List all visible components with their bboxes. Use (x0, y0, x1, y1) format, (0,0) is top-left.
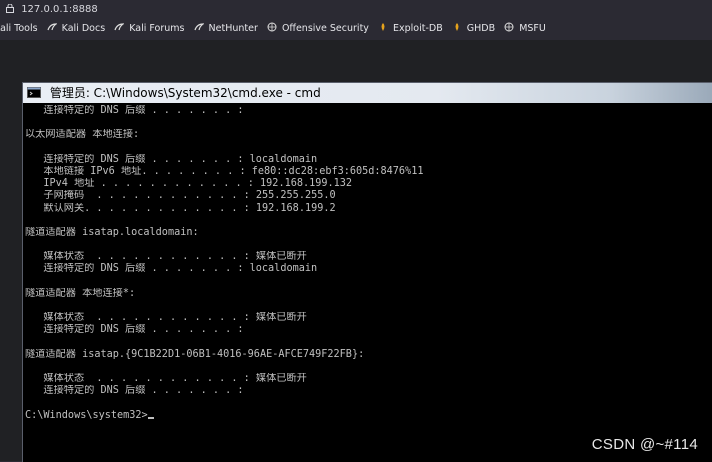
console-line-text: 连接特定的 DNS 后缀 . . . . . . . : (25, 105, 244, 116)
console-line: 连接特定的 DNS 后缀 . . . . . . . : (25, 105, 712, 117)
terminal-icon (27, 87, 41, 98)
kali-docs-icon (47, 22, 57, 32)
browser-toolbar: 127.0.0.1:8888 Kali Tools Kali Docs Kali… (0, 0, 712, 40)
console-line: 隧道适配器 isatap.{9C1B22D1-06B1-4016-96AE-AF… (25, 349, 712, 361)
bookmark-label: Kali Docs (62, 23, 105, 34)
console-line-text: 默认网关. . . . . . . . . . . . . : 192.168.… (25, 203, 336, 214)
bookmark-label: NetHunter (209, 23, 258, 34)
console-line (25, 361, 712, 373)
console-line: 默认网关. . . . . . . . . . . . . : 192.168.… (25, 203, 712, 215)
url-text[interactable]: 127.0.0.1:8888 (21, 4, 98, 15)
console-line: 连接特定的 DNS 后缀 . . . . . . . : localdomain (25, 154, 712, 166)
url-bar[interactable]: 127.0.0.1:8888 (0, 2, 712, 18)
kali-forums-icon (114, 22, 124, 32)
console-line-text: IPv4 地址 . . . . . . . . . . . . : 192.16… (25, 178, 352, 189)
console-line-text: 连接特定的 DNS 后缀 . . . . . . . : localdomain (25, 154, 317, 165)
console-line-text: 连接特定的 DNS 后缀 . . . . . . . : (25, 324, 244, 335)
console-line: 连接特定的 DNS 后缀 . . . . . . . : (25, 385, 712, 397)
console-line-text: 子网掩码 . . . . . . . . . . . . : 255.255.2… (25, 190, 336, 201)
console-line: 以太网适配器 本地连接: (25, 129, 712, 141)
page-info-icon[interactable] (6, 4, 14, 13)
console-line (25, 398, 712, 410)
console-line: C:\Windows\system32> (25, 410, 712, 422)
console-line: 子网掩码 . . . . . . . . . . . . : 255.255.2… (25, 190, 712, 202)
console-line-text: 媒体状态 . . . . . . . . . . . . : 媒体已断开 (25, 312, 307, 323)
bookmark-kali-forums[interactable]: Kali Forums (114, 20, 184, 38)
console-line: 隧道适配器 本地连接*: (25, 288, 712, 300)
bookmark-offensive-security[interactable]: Offensive Security (267, 20, 369, 38)
console-line: IPv4 地址 . . . . . . . . . . . . : 192.16… (25, 178, 712, 190)
console-line-text: 以太网适配器 本地连接: (25, 129, 139, 140)
offsec-icon (267, 22, 277, 32)
ghdb-icon (452, 22, 462, 32)
bookmark-exploit-db[interactable]: Exploit-DB (378, 20, 443, 38)
console-line (25, 276, 712, 288)
console-line (25, 337, 712, 349)
console-line-text: 本地链接 IPv6 地址. . . . . . . . : fe80::dc28… (25, 166, 423, 177)
bookmark-label: Kali Tools (0, 23, 38, 34)
console-line: 媒体状态 . . . . . . . . . . . . : 媒体已断开 (25, 251, 712, 263)
console-line: 隧道适配器 isatap.localdomain: (25, 227, 712, 239)
console-line-text: C:\Windows\system32> (25, 410, 148, 421)
console-line (25, 300, 712, 312)
console-line: 媒体状态 . . . . . . . . . . . . : 媒体已断开 (25, 312, 712, 324)
bookmark-msfu[interactable]: MSFU (504, 20, 546, 38)
console-line (25, 215, 712, 227)
bookmark-kali-docs[interactable]: Kali Docs (47, 20, 106, 38)
console-line (25, 239, 712, 251)
bookmark-label: MSFU (519, 23, 546, 34)
nethunter-icon (194, 22, 204, 32)
cmd-title-bar[interactable]: 管理员: C:\Windows\System32\cmd.exe - cmd (23, 83, 712, 103)
bookmarks-bar: Kali Tools Kali Docs Kali Forums NetHunt… (0, 20, 712, 38)
bookmark-label: Exploit-DB (393, 23, 443, 34)
console-line-text: 连接特定的 DNS 后缀 . . . . . . . : (25, 385, 244, 396)
text-cursor (148, 417, 154, 419)
console-line-text: 媒体状态 . . . . . . . . . . . . : 媒体已断开 (25, 251, 307, 262)
bookmark-kali-tools[interactable]: Kali Tools (0, 20, 38, 38)
bookmark-label: Kali Forums (129, 23, 184, 34)
bookmark-ghdb[interactable]: GHDB (452, 20, 495, 38)
console-line: 连接特定的 DNS 后缀 . . . . . . . : (25, 324, 712, 336)
console-output[interactable]: 连接特定的 DNS 后缀 . . . . . . . : 以太网适配器 本地连接:… (23, 103, 712, 422)
console-line-text: 媒体状态 . . . . . . . . . . . . : 媒体已断开 (25, 373, 307, 384)
msfu-icon (504, 22, 514, 32)
watermark: CSDN @~#114 (592, 436, 698, 453)
bookmark-label: Offensive Security (282, 23, 369, 34)
bookmark-label: GHDB (467, 23, 495, 34)
console-line: 连接特定的 DNS 后缀 . . . . . . . : localdomain (25, 263, 712, 275)
console-line-text: 隧道适配器 本地连接*: (25, 288, 135, 299)
console-line: 媒体状态 . . . . . . . . . . . . : 媒体已断开 (25, 373, 712, 385)
console-line (25, 117, 712, 129)
console-line-text: 隧道适配器 isatap.{9C1B22D1-06B1-4016-96AE-AF… (25, 349, 364, 360)
bookmark-nethunter[interactable]: NetHunter (194, 20, 258, 38)
console-line: 本地链接 IPv6 地址. . . . . . . . : fe80::dc28… (25, 166, 712, 178)
exploitdb-icon (378, 22, 388, 32)
cmd-window[interactable]: 管理员: C:\Windows\System32\cmd.exe - cmd 连… (22, 82, 712, 462)
console-line (25, 142, 712, 154)
console-line-text: 隧道适配器 isatap.localdomain: (25, 227, 199, 238)
console-line-text: 连接特定的 DNS 后缀 . . . . . . . : localdomain (25, 263, 317, 274)
cmd-title-text: 管理员: C:\Windows\System32\cmd.exe - cmd (50, 86, 321, 100)
